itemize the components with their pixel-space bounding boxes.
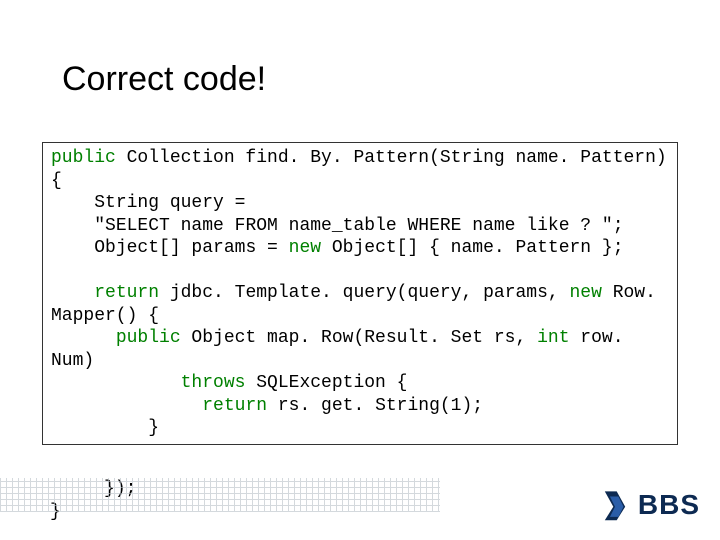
slide-title: Correct code! xyxy=(62,60,266,99)
code-text: "SELECT name FROM name_table WHERE name … xyxy=(51,216,624,236)
code-text: Collection find. By. Pattern(String name… xyxy=(51,148,678,191)
code-text: SQLException { xyxy=(245,373,407,393)
code-text: } xyxy=(51,418,159,438)
code-text xyxy=(51,396,202,416)
code-text xyxy=(51,328,116,348)
code-text: Object[] params = xyxy=(51,238,289,258)
code-text: jdbc. Template. query(query, params, xyxy=(159,283,569,303)
slide: Correct code! public Collection find. By… xyxy=(0,0,720,540)
kw-return: return xyxy=(202,396,267,416)
kw-int: int xyxy=(537,328,569,348)
kw-public: public xyxy=(51,148,116,168)
code-text: Object map. Row(Result. Set rs, xyxy=(181,328,537,348)
code-text: Object[] { name. Pattern }; xyxy=(321,238,623,258)
code-text xyxy=(51,283,94,303)
kw-new: new xyxy=(570,283,602,303)
bbs-logo: BBS xyxy=(598,488,700,522)
logo-text: BBS xyxy=(638,489,700,521)
code-text: String query = xyxy=(51,193,245,213)
kw-throws: throws xyxy=(181,373,246,393)
footer-pattern xyxy=(0,478,440,512)
code-box: public Collection find. By. Pattern(Stri… xyxy=(42,142,678,445)
code-text: rs. get. String(1); xyxy=(267,396,483,416)
kw-new: new xyxy=(289,238,321,258)
kw-return: return xyxy=(94,283,159,303)
code-text xyxy=(51,373,181,393)
kw-public: public xyxy=(116,328,181,348)
logo-mark-icon xyxy=(598,488,632,522)
